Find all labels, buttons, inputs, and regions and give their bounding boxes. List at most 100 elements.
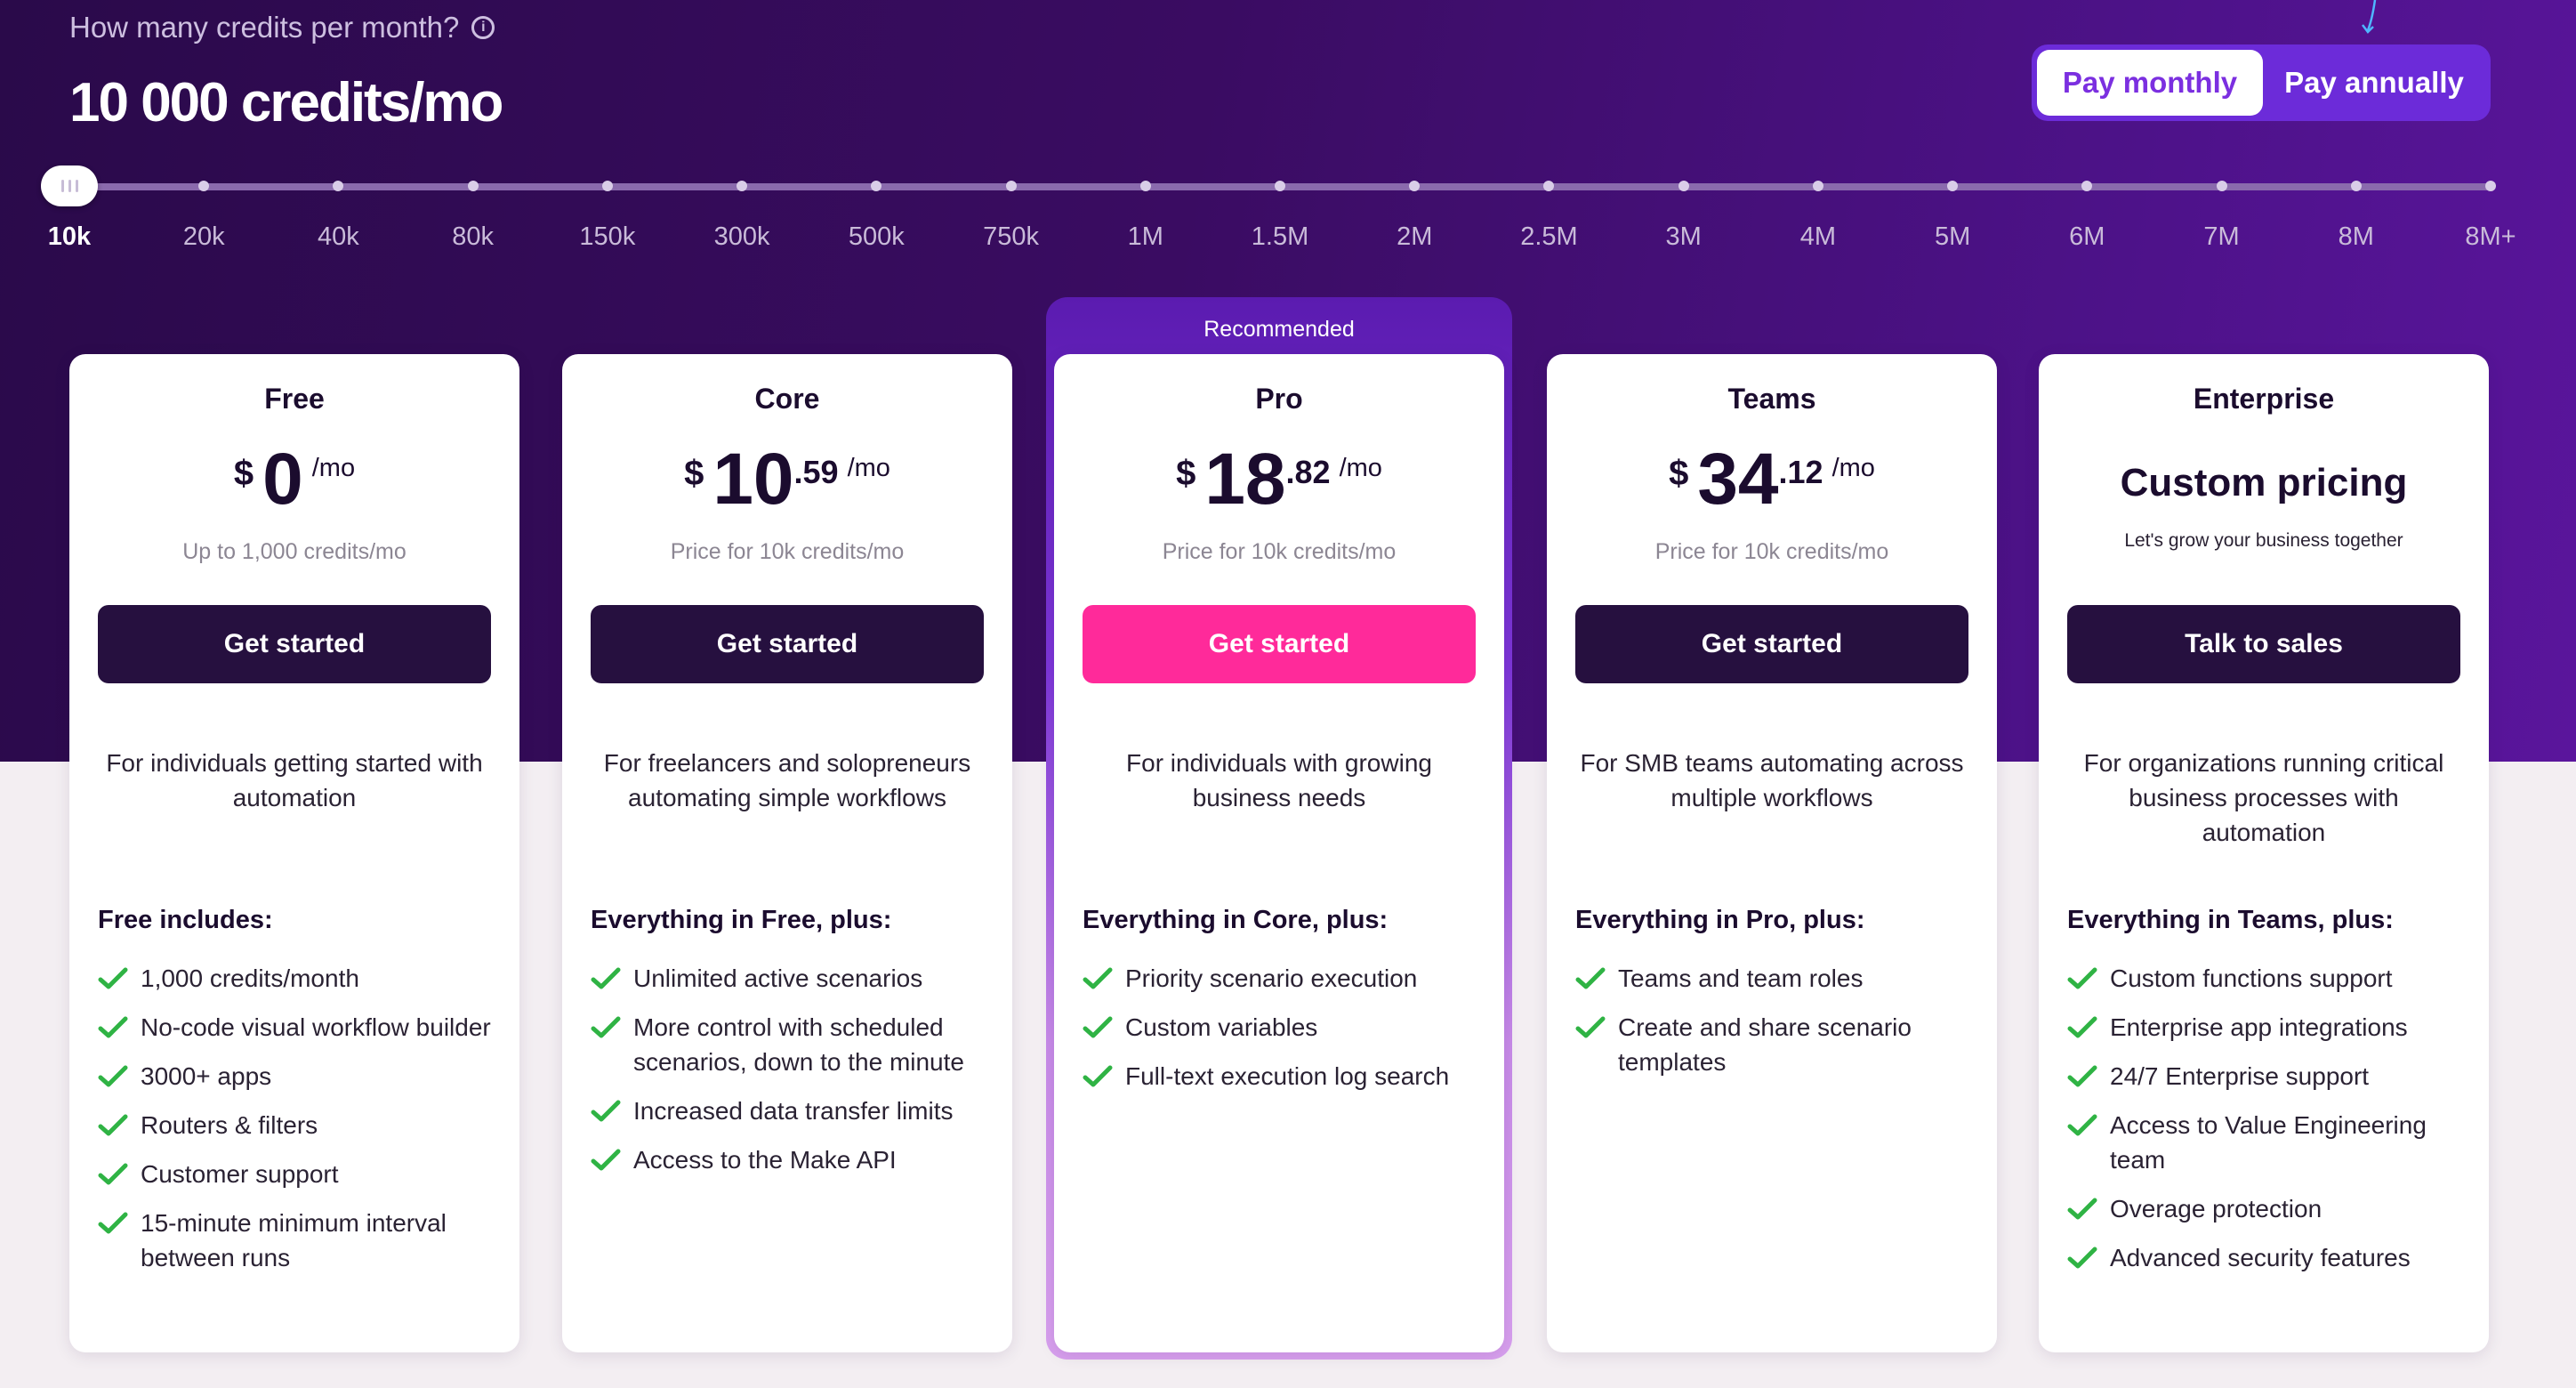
checkmark-icon [1083, 967, 1113, 989]
feature-item: Custom functions support [2067, 961, 2473, 996]
slider-step-dot[interactable] [1139, 181, 1151, 191]
price-currency: $ [1669, 454, 1689, 493]
slider-step-dot[interactable] [2216, 181, 2227, 191]
price-period: /mo [311, 454, 356, 482]
price-note: Let's grow your business together [2124, 530, 2403, 551]
feature-text: Routers & filters [141, 1111, 318, 1139]
slider-step-dot[interactable] [2081, 181, 2093, 191]
slider-tick-label[interactable]: 10k [48, 222, 91, 252]
feature-item: Advanced security features [2067, 1240, 2473, 1275]
price-period: /mo [1831, 454, 1875, 482]
slider-step-dot[interactable] [1947, 181, 1959, 191]
plan-description: For organizations running critical busin… [2083, 749, 2444, 846]
checkmark-icon [1083, 1065, 1113, 1087]
slider-tick-label[interactable]: 5M [1935, 222, 1970, 252]
slider-step-dot[interactable] [1678, 181, 1689, 191]
plan-card-free: Free $ 0 /mo Up to 1,000 credits/mo Get … [69, 354, 519, 1352]
checkmark-icon [2067, 1198, 2097, 1220]
slider-tick-label[interactable]: 6M [2069, 222, 2105, 252]
slider-step-dot[interactable] [1275, 181, 1285, 191]
feature-item: Custom variables [1083, 1010, 1488, 1045]
feature-text: Overage protection [2110, 1195, 2322, 1223]
grip-icon [75, 180, 78, 192]
feature-text: Unlimited active scenarios [633, 964, 923, 992]
plan-name: Pro [1255, 383, 1303, 415]
slider-tick-label[interactable]: 1M [1128, 222, 1163, 252]
get-started-button[interactable]: Get started [1575, 605, 1968, 683]
get-started-button[interactable]: Get started [591, 605, 984, 683]
slider-tick-label[interactable]: 2.5M [1520, 222, 1577, 252]
includes-title: Everything in Core, plus: [1083, 906, 1389, 934]
slider-step-dot[interactable] [871, 181, 882, 191]
includes-title: Everything in Free, plus: [591, 906, 892, 934]
pay-annually-button[interactable]: Pay annually [2263, 50, 2485, 116]
slider-tick-label[interactable]: 500k [849, 222, 905, 252]
plan-price: $ 18 .82 /mo [1054, 443, 1504, 516]
feature-text: Custom variables [1125, 1013, 1318, 1041]
feature-text: Custom functions support [2110, 964, 2393, 992]
slider-tick-label[interactable]: 8M [2339, 222, 2374, 252]
feature-item: 24/7 Enterprise support [2067, 1059, 2473, 1093]
get-started-button[interactable]: Get started [98, 605, 491, 683]
checkmark-icon [98, 1016, 128, 1038]
slider-tick-label[interactable]: 750k [983, 222, 1039, 252]
slider-step-dot[interactable] [333, 181, 344, 191]
slider-tick-label[interactable]: 40k [318, 222, 359, 252]
credits-slider-handle[interactable] [41, 165, 98, 206]
feature-text: 3000+ apps [141, 1062, 272, 1090]
slider-tick-label[interactable]: 2M [1397, 222, 1432, 252]
feature-item: 15-minute minimum interval between runs [98, 1206, 503, 1275]
slider-step-dot[interactable] [198, 181, 210, 191]
slider-tick-label[interactable]: 150k [579, 222, 635, 252]
slider-tick-label[interactable]: 1.5M [1252, 222, 1308, 252]
price-period: /mo [847, 454, 890, 482]
slider-step-dot[interactable] [1543, 181, 1555, 191]
slider-tick-label[interactable]: 80k [452, 222, 494, 252]
feature-item: 3000+ apps [98, 1059, 503, 1093]
feature-item: Create and share scenario templates [1575, 1010, 1981, 1079]
checkmark-icon [98, 1114, 128, 1136]
slider-step-dot[interactable] [1812, 181, 1823, 191]
checkmark-icon [591, 1100, 621, 1122]
feature-text: Advanced security features [2110, 1244, 2411, 1271]
credits-question-text: How many credits per month? [69, 11, 460, 44]
feature-text: More control with scheduled scenarios, d… [633, 1013, 964, 1076]
slider-tick-label[interactable]: 7M [2203, 222, 2239, 252]
feature-text: Enterprise app integrations [2110, 1013, 2408, 1041]
credits-question: How many credits per month? i [69, 11, 495, 44]
slider-tick-label[interactable]: 8M+ [2465, 222, 2516, 252]
pay-monthly-button[interactable]: Pay monthly [2037, 50, 2263, 116]
price-integer: 18 [1204, 439, 1286, 520]
plan-card-enterprise: Enterprise Custom pricing Let's grow you… [2039, 354, 2489, 1352]
slider-step-dot[interactable] [2350, 181, 2362, 191]
slider-step-dot[interactable] [737, 181, 748, 191]
feature-list: Teams and team roles Create and share sce… [1575, 961, 1981, 1093]
feature-item: No-code visual workflow builder [98, 1010, 503, 1045]
slider-step-dot[interactable] [2485, 181, 2496, 191]
checkmark-icon [2067, 1247, 2097, 1269]
feature-text: Teams and team roles [1618, 964, 1864, 992]
checkmark-icon [1575, 967, 1606, 989]
get-started-button[interactable]: Get started [1083, 605, 1476, 683]
info-icon[interactable]: i [471, 16, 495, 39]
slider-tick-label[interactable]: 4M [1800, 222, 1836, 252]
feature-text: 24/7 Enterprise support [2110, 1062, 2370, 1090]
slider-tick-label[interactable]: 20k [183, 222, 225, 252]
feature-item: Customer support [98, 1157, 503, 1191]
slider-step-dot[interactable] [601, 181, 613, 191]
feature-item: Routers & filters [98, 1108, 503, 1142]
checkmark-icon [591, 1149, 621, 1171]
slider-tick-label[interactable]: 3M [1666, 222, 1702, 252]
slider-step-dot[interactable] [1409, 181, 1421, 191]
plan-name: Free [264, 383, 325, 415]
billing-toggle[interactable]: Pay monthly Pay annually [2032, 44, 2491, 121]
talk-to-sales-button[interactable]: Talk to sales [2067, 605, 2460, 683]
checkmark-icon [591, 967, 621, 989]
slider-step-dot[interactable] [1005, 181, 1017, 191]
plan-description: For individuals with growing business ne… [1126, 749, 1432, 811]
plan-description: For individuals getting started with aut… [106, 749, 483, 811]
price-currency: $ [1176, 454, 1196, 493]
slider-step-dot[interactable] [467, 181, 479, 191]
feature-text: Access to Value Engineering team [2110, 1111, 2427, 1174]
slider-tick-label[interactable]: 300k [714, 222, 770, 252]
